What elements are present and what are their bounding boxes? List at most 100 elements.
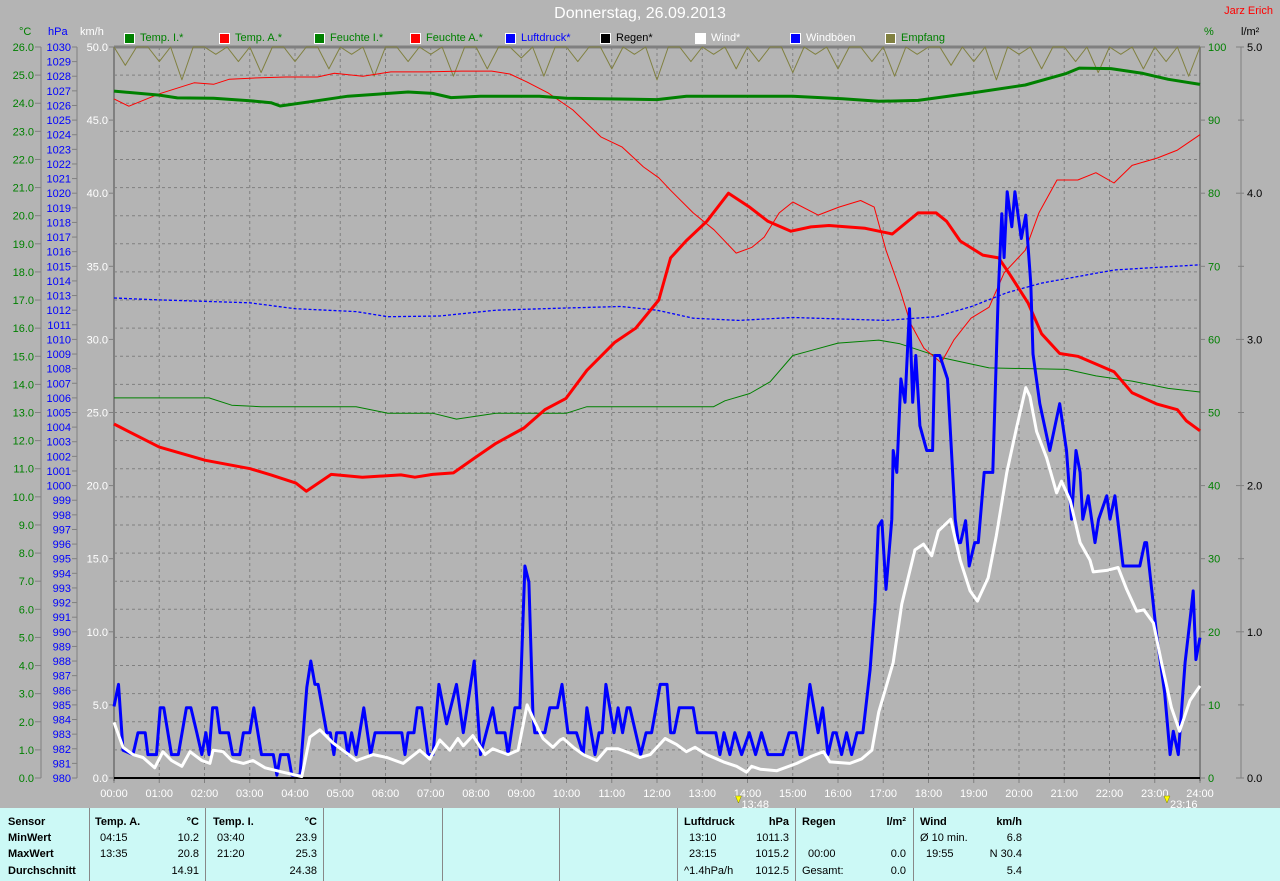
pressure-tick-label: 1010	[47, 334, 71, 346]
x-tick-label: 20:00	[1005, 788, 1033, 800]
pressure-unit: hPa	[768, 816, 789, 828]
wind-avg10-label: Ø 10 min.	[920, 832, 968, 844]
temp-i-max-time: 21:20	[217, 848, 245, 860]
pressure-tick-label: 1008	[47, 364, 71, 376]
pressure-tick-label: 1028	[47, 71, 71, 83]
pressure-tick-label: 1004	[47, 422, 71, 434]
temp-i-unit: °C	[304, 816, 317, 828]
pressure-tick-label: 986	[53, 685, 71, 697]
temp-i-min: 23.9	[295, 832, 317, 844]
rain-title: Regen	[802, 816, 836, 828]
humidity-tick-label: 30	[1208, 554, 1220, 566]
wind-tick-label: 25.0	[87, 408, 108, 420]
temp-tick-label: 19.0	[13, 239, 34, 251]
humidity-tick-label: 50	[1208, 408, 1220, 420]
pressure-max: 1015.2	[755, 848, 789, 860]
legend-label: Feuchte A.*	[426, 32, 483, 44]
legend-swatch	[314, 32, 325, 44]
chart-title: Donnerstag, 26.09.2013	[554, 5, 726, 22]
legend-swatch	[219, 32, 230, 44]
temp-tick-label: 14.0	[13, 379, 34, 391]
legend-item: Windböen	[790, 31, 856, 45]
pressure-tick-label: 984	[53, 715, 71, 727]
temp-tick-label: 22.0	[13, 154, 34, 166]
temp-tick-label: 16.0	[13, 323, 34, 335]
pressure-tick-label: 992	[53, 598, 71, 610]
legend-swatch	[600, 32, 611, 44]
temp-tick-label: 15.0	[13, 351, 34, 363]
wind-max: N 30.4	[989, 848, 1022, 860]
temp-tick-label: 23.0	[13, 126, 34, 138]
wind-tick-label: 35.0	[87, 261, 108, 273]
temp-tick-label: 3.0	[19, 689, 34, 701]
x-tick-label: 23:00	[1141, 788, 1169, 800]
legend-item: Regen*	[600, 31, 653, 45]
pressure-tick-label: 1024	[47, 130, 71, 142]
pressure-tick-label: 988	[53, 656, 71, 668]
pressure-tick-label: 993	[53, 583, 71, 595]
humidity-tick-label: 20	[1208, 627, 1220, 639]
humidity-tick-label: 10	[1208, 700, 1220, 712]
temp-tick-label: 6.0	[19, 604, 34, 616]
x-tick-label: 15:00	[779, 788, 807, 800]
temp-i-avg: 24.38	[289, 865, 317, 877]
wind-tick-label: 45.0	[87, 115, 108, 127]
pressure-avg: 1012.5	[755, 865, 789, 877]
temp-tick-label: 24.0	[13, 98, 34, 110]
temp-a-title: Temp. A.	[95, 816, 141, 828]
wind-tick-label: 20.0	[87, 481, 108, 493]
pressure-min-time: 13:10	[689, 832, 717, 844]
humidity-axis-unit: %	[1204, 26, 1214, 38]
pressure-tick-label: 994	[53, 568, 71, 580]
rain-tick-label: 4.0	[1247, 188, 1262, 200]
pressure-tick-label: 998	[53, 510, 71, 522]
pressure-tick-label: 1027	[47, 86, 71, 98]
temp-tick-label: 2.0	[19, 717, 34, 729]
temp-tick-label: 11.0	[13, 464, 34, 476]
pressure-tick-label: 990	[53, 627, 71, 639]
legend-label: Empfang	[901, 32, 946, 44]
pressure-tick-label: 1016	[47, 247, 71, 259]
pressure-tick-label: 1003	[47, 437, 71, 449]
x-tick-label: 13:00	[688, 788, 716, 800]
rain-tick-label: 5.0	[1247, 42, 1262, 54]
pressure-tick-label: 1026	[47, 100, 71, 112]
temp-tick-label: 21.0	[13, 183, 34, 195]
pressure-max-time: 23:15	[689, 848, 717, 860]
pressure-tick-label: 1025	[47, 115, 71, 127]
wind-tick-label: 10.0	[87, 627, 108, 639]
temp-tick-label: 1.0	[19, 745, 34, 757]
wind-avg10: 6.8	[1006, 832, 1022, 844]
temp-axis-unit: °C	[19, 26, 32, 38]
legend-label: Windböen	[806, 32, 856, 44]
x-tick-label: 03:00	[236, 788, 264, 800]
stats-col-empty	[323, 808, 442, 881]
legend-item: Temp. I.*	[124, 31, 183, 45]
wind-tick-label: 40.0	[87, 188, 108, 200]
stats-col-empty	[559, 808, 677, 881]
wind-avg: 5.4	[1006, 865, 1022, 877]
marker-label: 23:16	[1170, 799, 1198, 808]
x-tick-label: 10:00	[553, 788, 581, 800]
x-tick-label: 08:00	[462, 788, 490, 800]
pressure-tick-label: 1006	[47, 393, 71, 405]
humidity-tick-label: 70	[1208, 261, 1220, 273]
legend-swatch	[124, 32, 135, 44]
temp-tick-label: 20.0	[13, 211, 34, 223]
wind-tick-label: 50.0	[87, 42, 108, 54]
pressure-tick-label: 1012	[47, 305, 71, 317]
temp-tick-label: 25.0	[13, 70, 34, 82]
pressure-tick-label: 980	[53, 773, 71, 785]
legend-label: Feuchte I.*	[330, 32, 384, 44]
legend-swatch	[885, 32, 896, 44]
humidity-tick-label: 40	[1208, 481, 1220, 493]
pressure-tick-label: 995	[53, 554, 71, 566]
legend-label: Temp. I.*	[140, 32, 184, 44]
wind-axis-unit: km/h	[80, 26, 104, 38]
x-tick-label: 07:00	[417, 788, 445, 800]
row-label-max: MaxWert	[8, 848, 54, 860]
temp-tick-label: 18.0	[13, 267, 34, 279]
x-tick-label: 01:00	[145, 788, 173, 800]
pressure-tick-label: 1005	[47, 408, 71, 420]
temp-tick-label: 12.0	[13, 436, 34, 448]
